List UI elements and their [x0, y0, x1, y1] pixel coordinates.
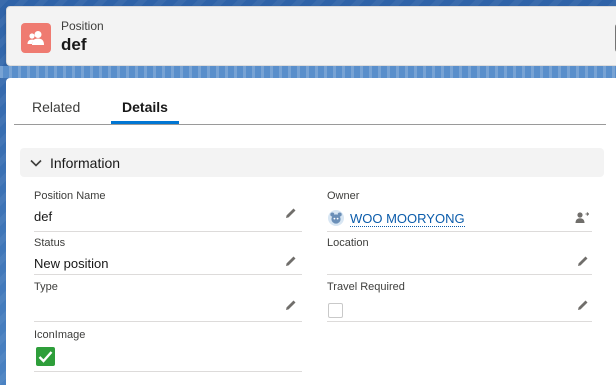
object-type-label: Position	[61, 19, 104, 33]
section-information-header[interactable]: Information	[20, 148, 604, 177]
field-label: Position Name	[34, 190, 106, 202]
checkmark-icon	[36, 347, 55, 366]
active-tab-indicator	[111, 121, 179, 124]
record-header: Position def	[6, 6, 616, 66]
owner-name-link[interactable]: WOO MOORYONG	[350, 211, 465, 227]
pencil-icon[interactable]	[576, 298, 590, 312]
field-label: Location	[327, 237, 369, 249]
field-label: IconImage	[34, 329, 86, 341]
position-icon	[21, 23, 51, 53]
tab-related[interactable]: Related	[32, 92, 80, 125]
pencil-icon[interactable]	[576, 254, 590, 268]
avatar-icon	[328, 210, 344, 226]
field-position-name: Position Name def	[34, 190, 302, 232]
pencil-icon[interactable]	[284, 298, 298, 312]
change-owner-icon[interactable]	[575, 210, 589, 224]
chevron-down-icon	[30, 159, 42, 167]
field-travel-required: Travel Required	[327, 281, 592, 322]
field-label: Travel Required	[327, 281, 405, 293]
pencil-icon[interactable]	[284, 206, 298, 220]
field-location: Location	[327, 237, 592, 275]
field-value: New position	[34, 256, 109, 271]
travel-required-checkbox[interactable]	[328, 303, 343, 318]
owner-link-text[interactable]: WOO MOORYONG	[350, 211, 465, 227]
record-title: def	[61, 35, 87, 54]
field-label: Status	[34, 237, 66, 249]
field-icon-image: IconImage	[34, 329, 302, 372]
background-strip	[0, 66, 616, 78]
field-owner: Owner WOO MOORYONG	[327, 190, 592, 232]
tab-bar: Related Details	[14, 92, 606, 125]
field-status: Status New position	[34, 237, 302, 275]
section-title: Information	[50, 154, 121, 171]
pencil-icon[interactable]	[284, 254, 298, 268]
field-label: Type	[34, 281, 58, 293]
field-type: Type	[34, 281, 302, 322]
field-value: def	[34, 209, 53, 224]
field-label: Owner	[327, 190, 360, 202]
